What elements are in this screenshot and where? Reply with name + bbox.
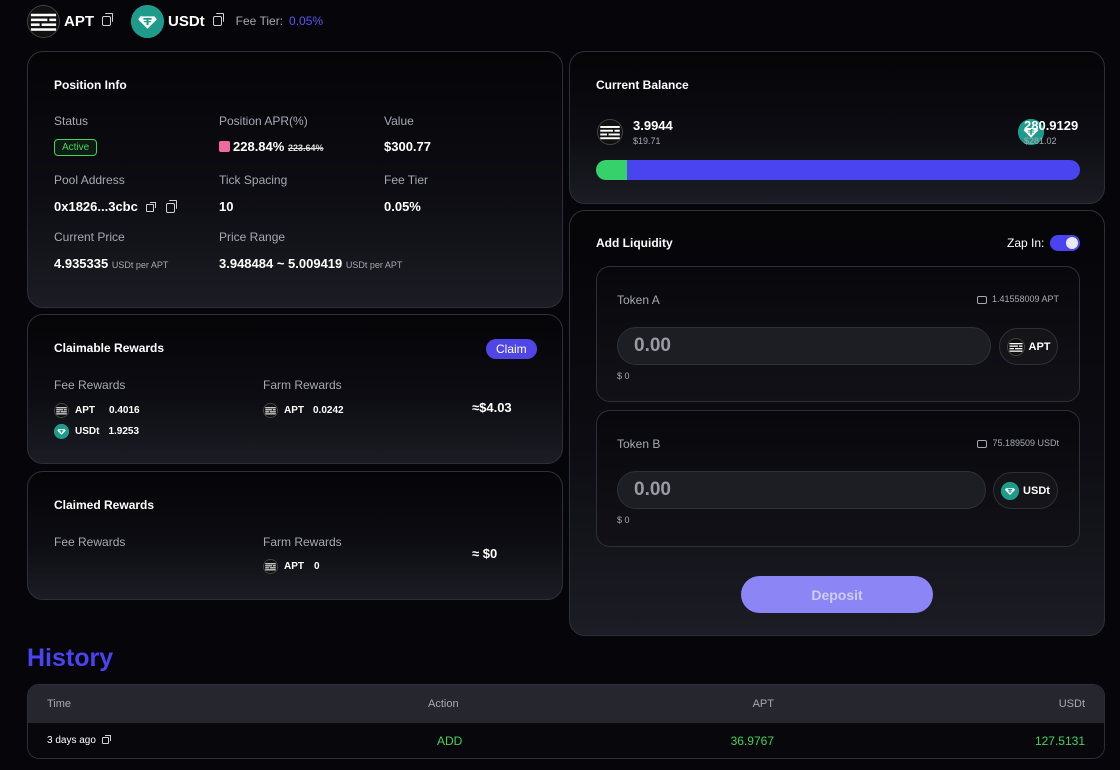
history-col-time: Time — [47, 698, 72, 710]
fee-tier-value: 0.05% — [384, 199, 421, 214]
value-value: $300.77 — [384, 139, 431, 154]
pair-header: APT USDt Fee Tier: 0.05% — [27, 4, 323, 38]
claimable-total: ≈$4.03 — [472, 400, 512, 415]
balance-apt-amount: 3.9944 — [633, 118, 673, 133]
fee-reward-usdt: USDt 1.9253 — [54, 424, 139, 439]
claimable-rewards-card: Claimable Rewards Claim Fee Rewards APT … — [27, 314, 563, 464]
usdt-logo-icon — [131, 4, 164, 38]
zap-in-toggle[interactable] — [1050, 235, 1081, 251]
value-label: Value — [384, 114, 414, 128]
external-link-icon[interactable] — [101, 734, 111, 744]
token-b-amount-input[interactable] — [617, 471, 986, 509]
claimed-farm-rewards-label: Farm Rewards — [263, 535, 342, 549]
header-fee-tier-label: Fee Tier: — [235, 14, 284, 28]
usdt-logo-icon — [54, 424, 69, 439]
farm-reward-apt: APT 0.0242 — [263, 403, 344, 418]
header-token-b: USDt — [168, 12, 205, 30]
balance-usdt-amount: 280.9129 — [1024, 118, 1079, 133]
token-a-selector[interactable]: APT — [999, 328, 1058, 365]
history-table: Time Action APT USDt 3 days ago ADD 36.9… — [27, 684, 1105, 759]
fee-reward-apt: APT 0.4016 — [54, 403, 140, 418]
apr-old-value: 223.64% — [287, 143, 324, 153]
apr-value: 228.84% 223.64% — [219, 139, 323, 154]
history-row-usdt: 127.5131 — [1034, 734, 1085, 748]
price-range-label: Price Range — [219, 230, 286, 244]
balance-usdt-usd: $281.02 — [1024, 136, 1057, 146]
zap-in-toggle-wrap: Zap In: — [1007, 235, 1081, 251]
balance-apt-usd: $19.71 — [633, 136, 661, 146]
add-liquidity-card: Add Liquidity Zap In: Token A 1.41558009… — [569, 210, 1105, 636]
fee-tier-label: Fee Tier — [384, 173, 429, 187]
history-col-action: Action — [428, 698, 459, 710]
history-row-time[interactable]: 3 days ago — [47, 734, 111, 746]
history-row-action: ADD — [437, 734, 463, 748]
pool-address-label: Pool Address — [54, 173, 125, 187]
token-a-label: Token A — [617, 293, 660, 307]
history-table-header: Time Action APT USDt — [28, 685, 1104, 723]
token-a-balance: 1.41558009 APT — [976, 294, 1059, 304]
price-range-unit: USDt per APT — [345, 260, 403, 270]
claimed-total: ≈ $0 — [472, 546, 498, 561]
token-a-panel: Token A 1.41558009 APT APT $ 0 — [596, 266, 1080, 402]
token-a-amount-input[interactable] — [617, 327, 991, 365]
apt-logo-icon — [54, 403, 69, 418]
copy-icon[interactable] — [102, 13, 113, 26]
table-row: 3 days ago ADD 36.9767 127.5131 — [28, 723, 1104, 758]
header-fee-tier-value: 0.05% — [289, 14, 324, 28]
apr-label: Position APR(%) — [219, 114, 308, 128]
price-range-value: 3.948484 ~ 5.009419 USDt per APT — [219, 256, 403, 271]
current-balance-title: Current Balance — [596, 78, 689, 92]
zap-in-label: Zap In: — [1007, 236, 1045, 250]
usdt-logo-icon — [1001, 481, 1020, 500]
token-b-usd: $ 0 — [617, 515, 630, 525]
current-balance-card: Current Balance 3.9944 $19.71 280.9129 $… — [569, 51, 1105, 204]
apt-logo-icon — [27, 4, 60, 38]
token-b-selector[interactable]: USDt — [993, 472, 1058, 509]
external-link-icon[interactable] — [146, 201, 157, 212]
add-liquidity-title: Add Liquidity — [596, 236, 673, 250]
claimed-rewards-card: Claimed Rewards Fee Rewards Farm Rewards… — [27, 471, 563, 600]
claimed-rewards-title: Claimed Rewards — [54, 498, 155, 512]
balance-ratio-bar — [596, 160, 1080, 180]
position-info-card: Position Info Status Active Position APR… — [27, 51, 563, 308]
copy-icon[interactable] — [166, 199, 178, 213]
token-b-panel: Token B 75.189509 USDt USDt $ 0 — [596, 410, 1080, 547]
token-b-balance: 75.189509 USDt — [977, 438, 1059, 448]
header-token-a: APT — [64, 12, 94, 30]
current-price-value: 4.935335 USDt per APT — [54, 256, 169, 271]
token-a-usd: $ 0 — [617, 371, 630, 381]
toggle-knob — [1066, 237, 1079, 249]
history-col-apt: APT — [752, 698, 774, 710]
gift-icon — [219, 141, 230, 152]
apt-logo-icon — [263, 559, 278, 574]
history-row-apt: 36.9767 — [730, 734, 774, 748]
balance-ratio-apt — [596, 160, 628, 180]
claimed-fee-rewards-label: Fee Rewards — [54, 535, 126, 549]
position-info-title: Position Info — [54, 78, 127, 92]
wallet-icon — [977, 439, 988, 448]
apt-logo-icon — [263, 403, 278, 418]
fee-rewards-label: Fee Rewards — [54, 378, 126, 392]
claimable-rewards-title: Claimable Rewards — [54, 341, 165, 355]
status-label: Status — [54, 114, 89, 128]
apt-logo-icon — [597, 119, 623, 145]
token-b-label: Token B — [617, 437, 661, 451]
history-title: History — [27, 644, 114, 672]
pool-address-value: 0x1826...3cbc — [54, 199, 178, 214]
wallet-icon — [976, 295, 987, 304]
apt-logo-icon — [1006, 337, 1025, 356]
farm-rewards-label: Farm Rewards — [263, 378, 342, 392]
balance-ratio-usdt — [627, 160, 1080, 180]
claimed-farm-apt: APT 0 — [263, 559, 320, 574]
deposit-button[interactable]: Deposit — [741, 576, 933, 613]
current-price-label: Current Price — [54, 230, 125, 244]
copy-icon[interactable] — [212, 13, 224, 26]
current-price-unit: USDt per APT — [111, 260, 169, 270]
tick-spacing-value: 10 — [219, 199, 234, 214]
claim-button[interactable]: Claim — [486, 339, 537, 359]
status-badge: Active — [54, 139, 98, 156]
history-col-usdt: USDt — [1058, 698, 1085, 710]
tick-spacing-label: Tick Spacing — [219, 173, 288, 187]
